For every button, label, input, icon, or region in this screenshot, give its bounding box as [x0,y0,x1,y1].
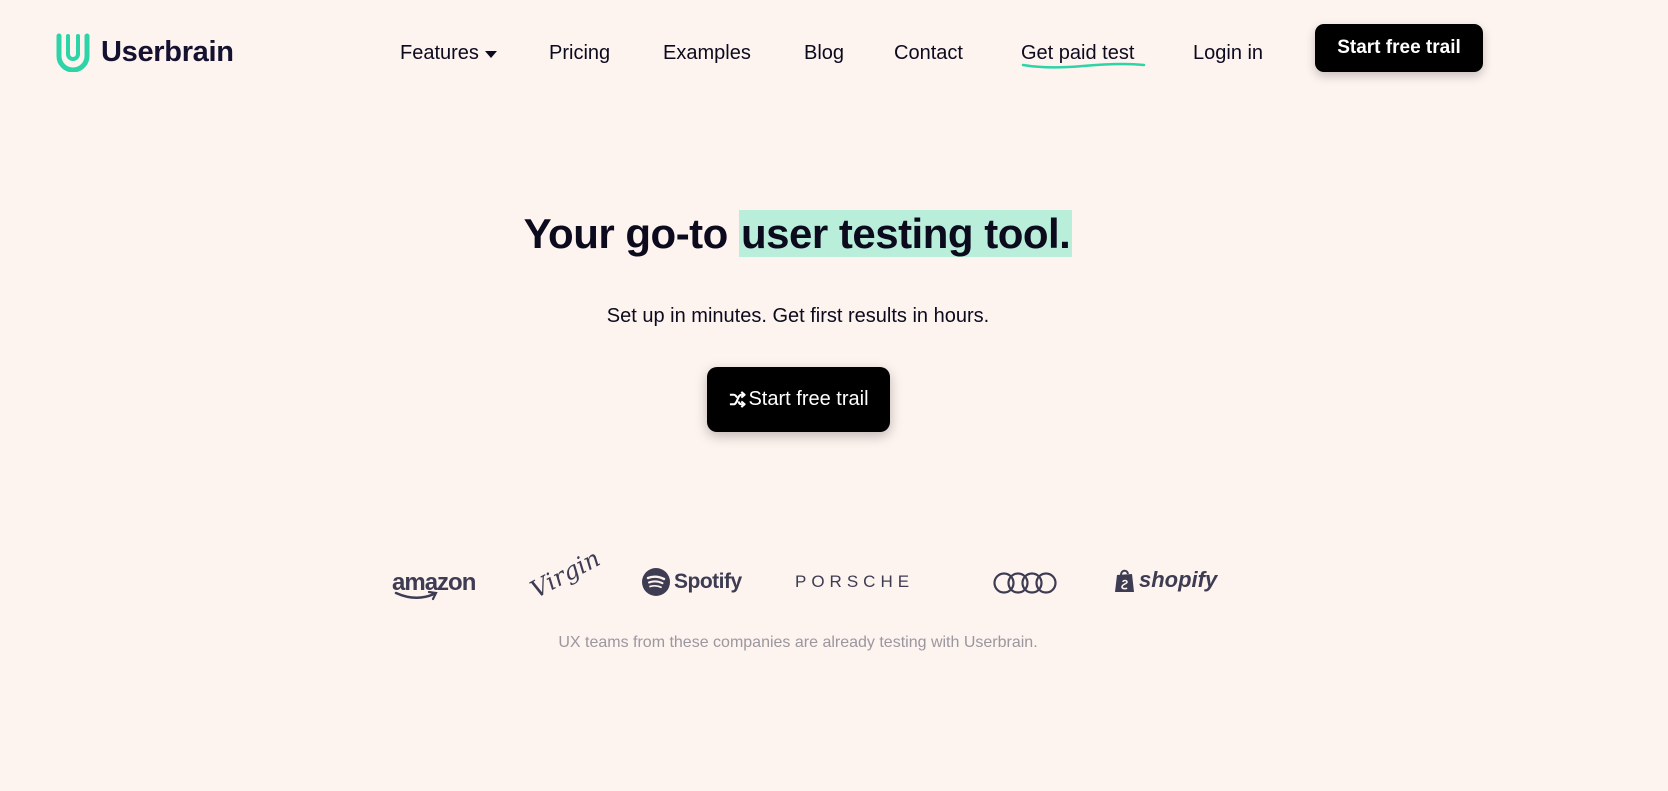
logo-text: Userbrain [101,35,234,68]
userbrain-logo[interactable]: Userbrain [54,32,234,72]
nav-login[interactable]: Login in [1193,40,1263,66]
hero-title: Your go-to user testing tool. [0,210,1596,258]
shopify-bag-icon [1115,569,1134,592]
customer-logos: amazon Virgin Spotify PORSCHE shopify [0,544,1668,611]
porsche-logo-text: PORSCHE [795,572,915,591]
spotify-icon [642,568,670,596]
shopify-logo-text: shopify [1139,567,1218,592]
logos-caption: UX teams from these companies are alread… [558,634,1038,651]
virgin-logo: Virgin [526,544,605,604]
hero-subtitle: Set up in minutes. Get first results in … [606,305,990,327]
virgin-logo-text: Virgin [525,544,605,604]
hero-title-highlight: user testing tool. [738,210,1073,257]
spotify-logo: Spotify [642,568,742,596]
nav-features-label: Features [400,42,479,64]
audi-logo [993,572,1057,594]
userbrain-logo-icon [56,33,90,72]
amazon-logo: amazon [392,569,476,601]
shuffle-arrows-icon [730,391,747,408]
shopify-logo: shopify [1114,567,1217,593]
hero-start-free-trial-button[interactable]: Start free trail [707,367,890,432]
nav-features[interactable]: Features [400,40,497,66]
spotify-logo-text: Spotify [674,570,742,593]
hero-cta-label: Start free trail [748,388,869,410]
hero-title-prefix: Your go-to [523,210,739,257]
amazon-smile-icon [394,591,438,601]
audi-rings-icon [993,572,1057,594]
caret-down-icon [484,50,497,58]
nav-contact[interactable]: Contact [894,40,963,66]
nav-pricing[interactable]: Pricing [549,40,610,66]
page: Userbrain Features Pricing Examples Blog… [0,0,1668,791]
porsche-logo: PORSCHE [795,572,914,592]
nav-blog[interactable]: Blog [804,40,844,66]
nav-examples[interactable]: Examples [663,40,751,66]
header-start-free-trial-button[interactable]: Start free trail [1315,24,1483,72]
squiggle-underline-icon [1021,62,1146,69]
